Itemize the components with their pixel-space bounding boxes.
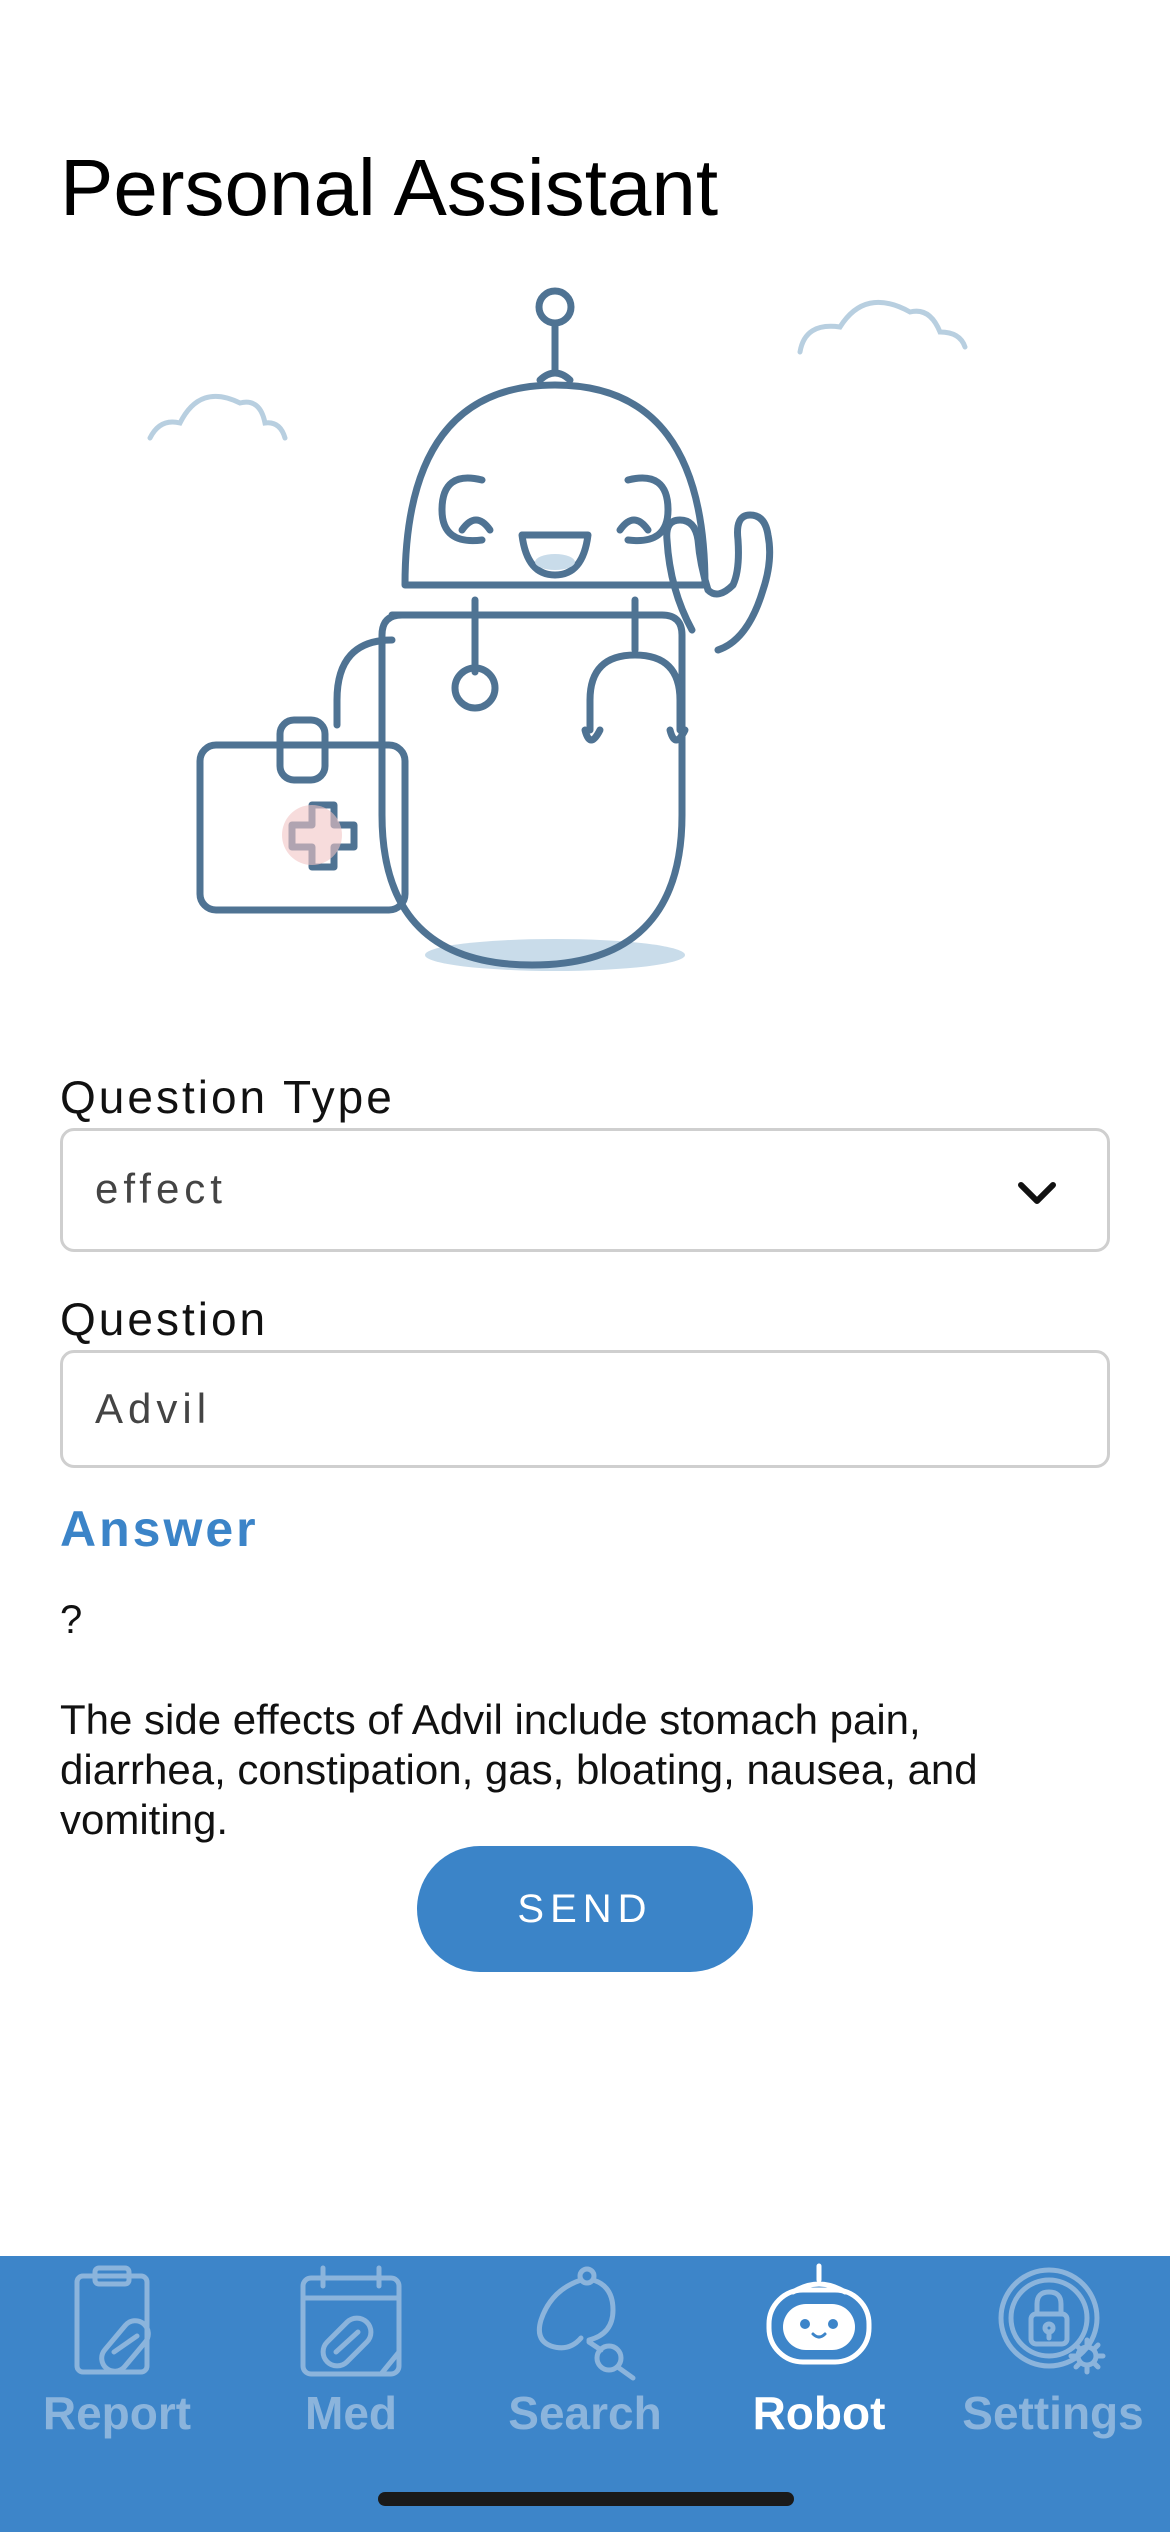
calendar-pill-icon — [300, 2265, 402, 2377]
tab-label-settings: Settings — [962, 2387, 1144, 2439]
stethoscope-icon — [536, 2266, 636, 2381]
send-button[interactable]: SEND — [417, 1846, 753, 1972]
question-type-select[interactable]: effect — [60, 1128, 1110, 1252]
app-screen: Personal Assistant Question Type effect … — [0, 0, 1170, 2532]
tab-label-search: Search — [508, 2387, 662, 2439]
clipboard-pill-icon — [74, 2265, 151, 2375]
chevron-down-icon — [1018, 1182, 1056, 1204]
tab-label-report: Report — [42, 2387, 192, 2439]
answer-heading: Answer — [60, 1501, 259, 1557]
tab-search[interactable]: Search — [468, 2256, 702, 2476]
tab-report[interactable]: Report — [0, 2256, 234, 2476]
question-type-value: effect — [95, 1165, 227, 1212]
tab-label-med: Med — [305, 2387, 397, 2439]
robot-doctor-illustration — [147, 287, 968, 971]
page-title: Personal Assistant — [60, 143, 719, 232]
bottom-tab-bar: Report Med Search Robot Settings — [0, 2256, 1170, 2532]
question-label: Question — [60, 1293, 269, 1345]
question-type-label: Question Type — [60, 1071, 395, 1123]
tab-label-robot: Robot — [752, 2387, 886, 2439]
home-indicator — [378, 2492, 794, 2506]
answer-text: The side effects of Advil include stomac… — [60, 1696, 978, 1843]
tab-robot[interactable]: Robot — [702, 2256, 936, 2476]
tab-med[interactable]: Med — [234, 2256, 468, 2476]
robot-icon — [766, 2263, 872, 2365]
lock-gear-icon — [998, 2267, 1106, 2375]
tab-settings[interactable]: Settings — [936, 2256, 1170, 2476]
question-input[interactable] — [60, 1350, 1110, 1468]
answer-question-mark: ? — [60, 1598, 83, 1642]
